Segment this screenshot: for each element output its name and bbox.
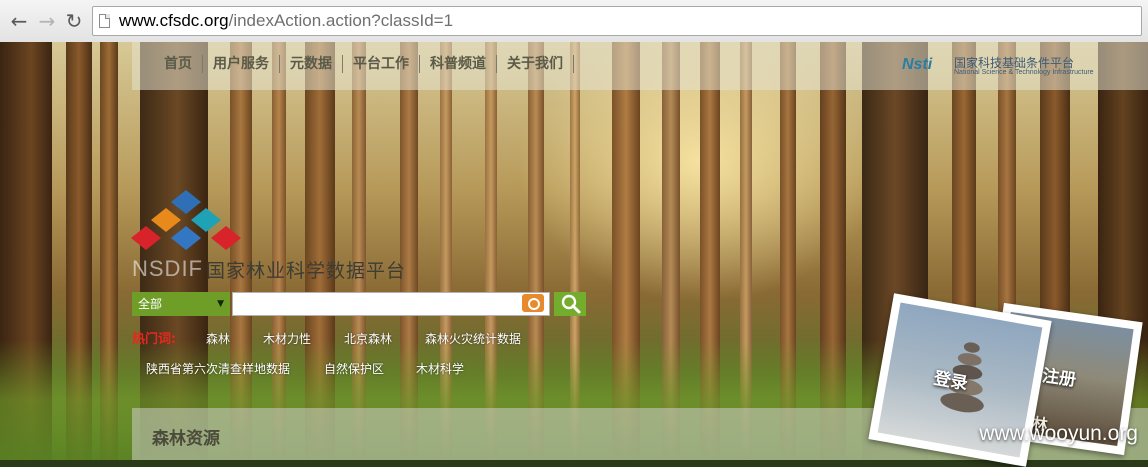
nsti-logo-subtitle: National Science & Technology Infrastruc…: [954, 69, 1094, 76]
hot-word-link[interactable]: 陕西省第六次清查样地数据: [146, 360, 290, 377]
nav-science-channel[interactable]: 科普频道: [420, 55, 497, 73]
hot-word-link[interactable]: 北京森林: [344, 330, 392, 347]
top-navigation: 首页 用户服务 元数据 平台工作 科普频道 关于我们 Nsti 国家科技基础条件…: [132, 42, 1148, 90]
nsti-logo[interactable]: Nsti 国家科技基础条件平台 National Science & Techn…: [902, 54, 1134, 80]
url-text: www.cfsdc.org/indexAction.action?classId…: [119, 11, 453, 31]
search-bar: 全部 ▼: [132, 292, 586, 316]
hot-word-link[interactable]: 木材科学: [416, 360, 464, 377]
hot-word-link[interactable]: 自然保护区: [324, 360, 384, 377]
register-label: 注册: [1040, 366, 1078, 391]
camera-icon[interactable]: [522, 294, 544, 312]
nav-user-services[interactable]: 用户服务: [203, 55, 280, 73]
page-icon: [99, 14, 110, 28]
search-category-select[interactable]: 全部 ▼: [132, 292, 230, 316]
hot-word-link[interactable]: 森林: [206, 330, 230, 347]
diamond-logo-icon: [131, 190, 241, 250]
nav-about-us[interactable]: 关于我们: [497, 55, 574, 73]
nav-home[interactable]: 首页: [156, 55, 203, 73]
reload-icon[interactable]: ↻: [63, 10, 85, 32]
search-icon: [561, 294, 581, 314]
nav-platform-work[interactable]: 平台工作: [343, 55, 420, 73]
watermark: www.wooyun.org: [979, 422, 1138, 445]
address-bar[interactable]: www.cfsdc.org/indexAction.action?classId…: [92, 6, 1142, 36]
site-logo[interactable]: NSDIF 国家林业科学数据平台: [130, 190, 430, 290]
url-host: www.cfsdc.org: [119, 11, 229, 30]
nav-metadata[interactable]: 元数据: [280, 55, 343, 73]
logo-acronym: NSDIF: [132, 256, 203, 281]
search-input[interactable]: [232, 292, 550, 316]
hot-word-link[interactable]: 森林火灾统计数据: [425, 330, 521, 347]
back-icon[interactable]: ←: [8, 10, 30, 32]
section-title: 森林资源: [152, 429, 220, 449]
search-button[interactable]: [554, 292, 586, 316]
forward-icon[interactable]: →: [36, 10, 58, 32]
hot-word-link[interactable]: 木材力性: [263, 330, 311, 347]
logo-name: 国家林业科学数据平台: [206, 260, 407, 282]
url-path: /indexAction.action?classId=1: [228, 11, 454, 30]
dropdown-arrow-icon: ▼: [217, 299, 224, 309]
browser-toolbar: ← → ↻ www.cfsdc.org/indexAction.action?c…: [0, 0, 1148, 43]
hot-words-label: 热门词:: [132, 332, 177, 347]
nsti-logo-mark: Nsti: [902, 56, 933, 73]
search-category-value: 全部: [138, 297, 163, 311]
